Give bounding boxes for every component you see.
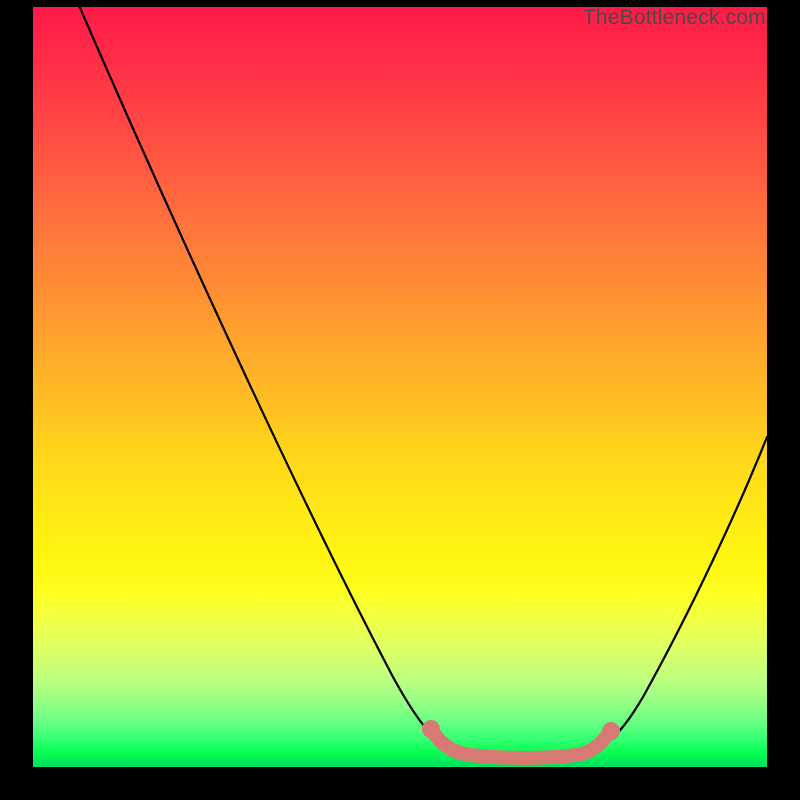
flat-bottom-dot-left <box>422 720 440 738</box>
chart-stage: TheBottleneck.com <box>0 0 800 800</box>
watermark-text: TheBottleneck.com <box>583 6 766 30</box>
flat-bottom-marker <box>431 729 609 758</box>
chart-svg <box>33 7 767 767</box>
bottleneck-curve <box>71 0 767 756</box>
chart-plot-area <box>33 7 767 767</box>
flat-bottom-dot-right <box>602 722 620 740</box>
